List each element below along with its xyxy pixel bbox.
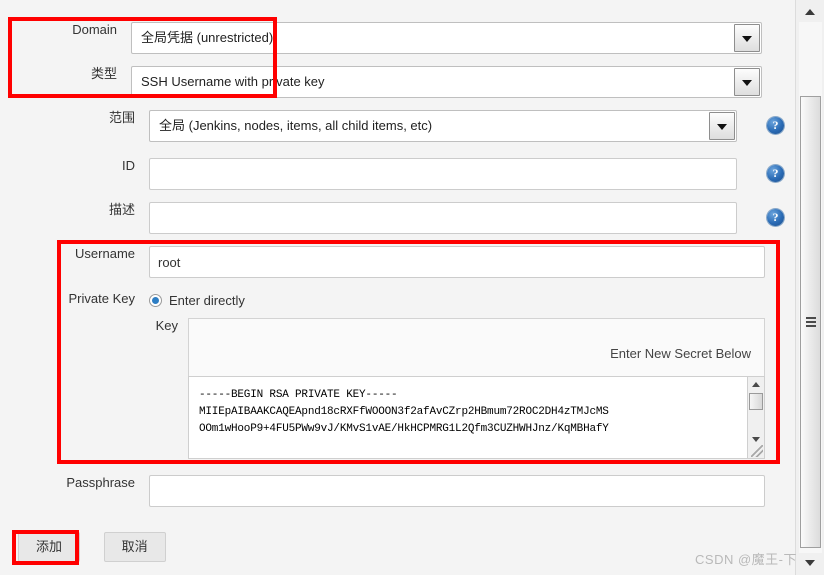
type-select[interactable]: SSH Username with private key xyxy=(131,66,762,98)
add-button[interactable]: 添加 xyxy=(18,532,80,562)
scope-select-value: 全局 (Jenkins, nodes, items, all child ite… xyxy=(149,110,737,142)
chevron-down-icon[interactable] xyxy=(734,68,760,96)
field-passphrase xyxy=(149,475,765,507)
secret-notice-panel: Enter New Secret Below xyxy=(188,318,765,376)
domain-select-value: 全局凭据 (unrestricted) xyxy=(131,22,762,54)
field-scope: 全局 (Jenkins, nodes, items, all child ite… xyxy=(149,110,737,142)
label-type: 类型 xyxy=(90,66,117,81)
help-icon-id[interactable]: ? xyxy=(767,165,784,182)
label-id: ID xyxy=(122,158,135,173)
scope-select[interactable]: 全局 (Jenkins, nodes, items, all child ite… xyxy=(149,110,737,142)
field-id xyxy=(149,158,737,190)
label-passphrase: Passphrase xyxy=(66,475,135,490)
scroll-up-arrow-icon[interactable] xyxy=(748,377,764,392)
label-private-key: Private Key xyxy=(68,291,135,306)
form-row-id: ID ? xyxy=(0,158,795,190)
radio-enter-directly-label: Enter directly xyxy=(169,292,245,308)
form-row-username: Username xyxy=(0,246,795,278)
scrollbar-grip-icon xyxy=(805,317,816,327)
help-icon-scope[interactable]: ? xyxy=(767,117,784,134)
watermark: CSDN @魔王-下 xyxy=(695,552,797,567)
chevron-down-icon[interactable] xyxy=(734,24,760,52)
form-row-private-key: Private Key Enter directly xyxy=(0,291,795,309)
scroll-up-arrow-icon[interactable] xyxy=(799,2,821,22)
credentials-form: Domain 全局凭据 (unrestricted) 类型 SSH Userna… xyxy=(0,0,795,575)
radio-enter-directly[interactable] xyxy=(149,293,162,307)
field-description xyxy=(149,202,737,234)
credentials-dialog: Domain 全局凭据 (unrestricted) 类型 SSH Userna… xyxy=(0,0,824,575)
help-icon-description[interactable]: ? xyxy=(767,209,784,226)
field-key: Enter New Secret Below -----BEGIN RSA PR… xyxy=(188,318,765,459)
form-row-passphrase: Passphrase xyxy=(0,475,795,507)
type-select-value: SSH Username with private key xyxy=(131,66,762,98)
dialog-actions: 添加 取消 xyxy=(18,532,166,562)
cancel-button[interactable]: 取消 xyxy=(103,532,166,562)
field-type: SSH Username with private key xyxy=(131,66,762,98)
passphrase-input[interactable] xyxy=(149,475,765,507)
label-domain: Domain xyxy=(72,22,117,37)
username-input[interactable] xyxy=(149,246,765,278)
scroll-down-arrow-icon[interactable] xyxy=(748,431,764,446)
description-input[interactable] xyxy=(149,202,737,234)
private-key-textarea[interactable]: -----BEGIN RSA PRIVATE KEY----- MIIEpAIB… xyxy=(188,376,765,459)
label-username: Username xyxy=(75,246,135,261)
form-row-scope: 范围 全局 (Jenkins, nodes, items, all child … xyxy=(0,110,795,142)
secret-notice-text: Enter New Secret Below xyxy=(610,346,751,361)
domain-select[interactable]: 全局凭据 (unrestricted) xyxy=(131,22,762,54)
textarea-scrollbar-thumb[interactable] xyxy=(749,393,763,410)
field-domain: 全局凭据 (unrestricted) xyxy=(131,22,762,54)
scroll-down-arrow-icon[interactable] xyxy=(799,553,821,573)
chevron-down-icon[interactable] xyxy=(709,112,735,140)
form-row-type: 类型 SSH Username with private key xyxy=(0,66,795,98)
form-row-domain: Domain 全局凭据 (unrestricted) xyxy=(0,22,795,54)
private-key-source-option[interactable]: Enter directly xyxy=(149,291,765,309)
page-scrollbar-thumb[interactable] xyxy=(800,96,821,548)
label-description: 描述 xyxy=(108,202,135,217)
field-private-key: Enter directly xyxy=(149,291,765,309)
page-scrollbar[interactable] xyxy=(795,0,824,575)
form-row-key: Key Enter New Secret Below -----BEGIN RS… xyxy=(0,318,795,459)
label-key: Key xyxy=(155,318,178,333)
private-key-content: -----BEGIN RSA PRIVATE KEY----- MIIEpAIB… xyxy=(199,389,609,435)
textarea-resize-grip[interactable] xyxy=(751,445,763,457)
label-scope: 范围 xyxy=(108,110,135,125)
id-input[interactable] xyxy=(149,158,737,190)
field-username xyxy=(149,246,765,278)
form-row-description: 描述 ? xyxy=(0,202,795,234)
